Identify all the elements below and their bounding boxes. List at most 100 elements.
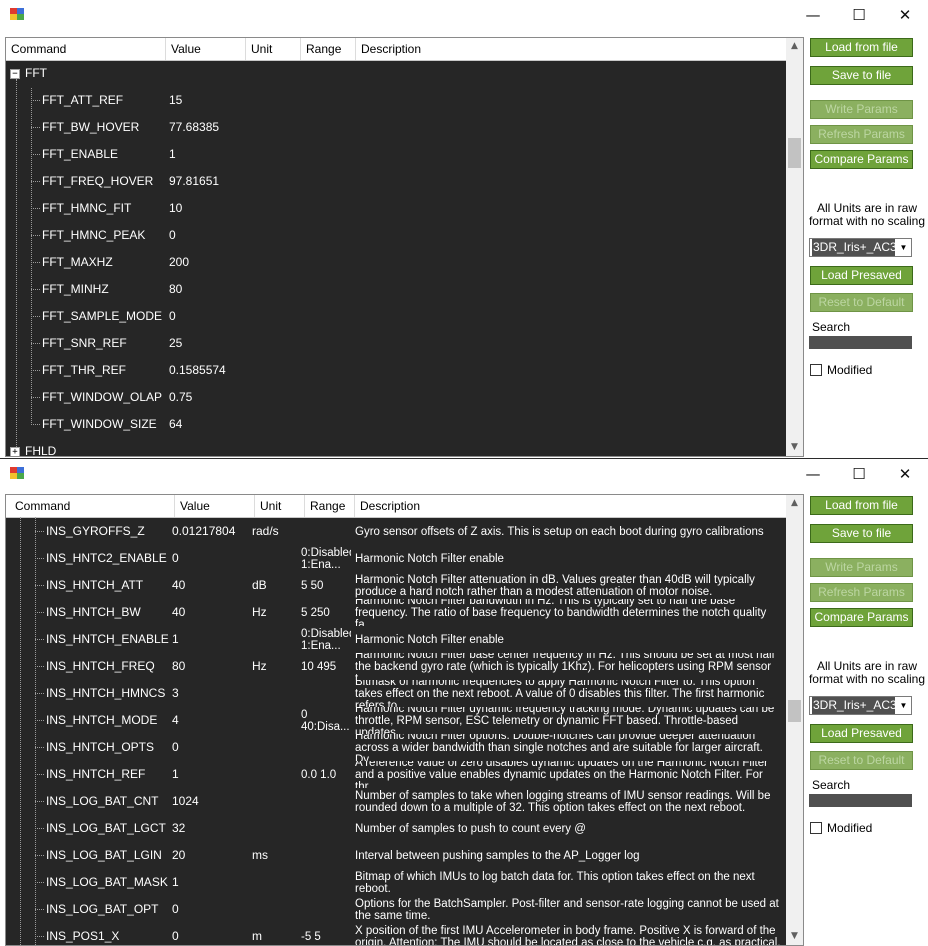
param-row[interactable]: FFT_SNR_REF 25 xyxy=(6,330,786,357)
param-value[interactable]: 4 xyxy=(172,707,252,734)
param-row[interactable]: FFT_WINDOW_SIZE 64 xyxy=(6,411,786,438)
param-value[interactable]: 3 xyxy=(172,680,252,707)
scroll-up-icon[interactable]: ▲ xyxy=(786,495,803,512)
scroll-up-icon[interactable]: ▲ xyxy=(786,38,803,55)
param-row[interactable]: FFT_MINHZ 80 xyxy=(6,276,786,303)
param-row[interactable]: INS_HNTCH_REF 1 0.0 1.0 A reference value o… xyxy=(6,761,786,788)
param-row[interactable]: INS_LOG_BAT_MASK 1 Bitmap of which IMUs to… xyxy=(6,869,786,896)
expand-icon[interactable]: + xyxy=(10,447,20,456)
param-row[interactable]: INS_HNTCH_ENABLE 1 0:Disabled 1:Ena... Harm… xyxy=(6,626,786,653)
column-header-unit[interactable]: Unit xyxy=(255,495,305,517)
scroll-down-icon[interactable]: ▼ xyxy=(786,439,803,456)
param-row[interactable]: FFT_BW_HOVER 77.68385 xyxy=(6,114,786,141)
reset-to-default-button[interactable]: Reset to Default xyxy=(810,751,913,770)
save-to-file-button[interactable]: Save to file xyxy=(810,66,913,85)
preset-combobox[interactable]: 3DR_Iris+_AC34... ▼ xyxy=(809,238,912,257)
param-row[interactable]: FFT_MAXHZ 200 xyxy=(6,249,786,276)
tree-group-fhld[interactable]: + FHLD xyxy=(6,438,786,456)
param-value[interactable]: 1 xyxy=(172,761,252,788)
refresh-params-button[interactable]: Refresh Params xyxy=(810,583,913,602)
param-value[interactable]: 1024 xyxy=(172,788,252,815)
param-row[interactable]: INS_LOG_BAT_LGCT 32 Number of samples to p… xyxy=(6,815,786,842)
param-row[interactable]: INS_LOG_BAT_OPT 0 Options for the BatchSam… xyxy=(6,896,786,923)
param-value[interactable]: 0 xyxy=(172,896,252,923)
param-value[interactable]: 0 xyxy=(172,923,252,945)
param-value[interactable]: 10 xyxy=(169,195,246,222)
param-row[interactable]: INS_HNTCH_FREQ 80 Hz 10 495 Harmonic Notch F… xyxy=(6,653,786,680)
param-row[interactable]: FFT_ENABLE 1 xyxy=(6,141,786,168)
reset-to-default-button[interactable]: Reset to Default xyxy=(810,293,913,312)
load-from-file-button[interactable]: Load from file xyxy=(810,38,913,57)
column-header-command[interactable]: Command xyxy=(10,495,175,517)
param-row[interactable]: FFT_FREQ_HOVER 97.81651 xyxy=(6,168,786,195)
preset-combobox[interactable]: 3DR_Iris+_AC34... ▼ xyxy=(809,696,912,715)
param-row[interactable]: INS_LOG_BAT_LGIN 20 ms Interval between pus… xyxy=(6,842,786,869)
param-row[interactable]: FFT_ATT_REF 15 xyxy=(6,87,786,114)
scroll-thumb[interactable] xyxy=(788,700,801,722)
param-value[interactable]: 64 xyxy=(169,411,246,438)
param-row[interactable]: INS_POS1_X 0 m -5 5 X position of the first … xyxy=(6,923,786,945)
param-list-grid[interactable]: Command Value Unit Range Description INS… xyxy=(5,494,804,946)
load-presaved-button[interactable]: Load Presaved xyxy=(810,724,913,743)
param-row[interactable]: INS_HNTCH_OPTS 0 Harmonic Notch Filter opt… xyxy=(6,734,786,761)
write-params-button[interactable]: Write Params xyxy=(810,558,913,577)
param-value[interactable]: 40 xyxy=(172,572,252,599)
param-row[interactable]: INS_HNTCH_MODE 4 0 40:Disa... Harmonic Notc… xyxy=(6,707,786,734)
param-value[interactable]: 0.01217804 xyxy=(172,518,252,545)
vertical-scrollbar[interactable]: ▲ ▼ xyxy=(786,495,803,945)
param-row[interactable]: INS_LOG_BAT_CNT 1024 Number of samples to … xyxy=(6,788,786,815)
param-row[interactable]: INS_HNTCH_ATT 40 dB 5 50 Harmonic Notch Filt… xyxy=(6,572,786,599)
param-value[interactable]: 1 xyxy=(172,869,252,896)
param-tree-grid[interactable]: Command Value Unit Range Description − F… xyxy=(5,37,804,457)
param-value[interactable]: 0 xyxy=(169,222,246,249)
param-row[interactable]: FFT_THR_REF 0.1585574 xyxy=(6,357,786,384)
scroll-thumb[interactable] xyxy=(788,138,801,168)
compare-params-button[interactable]: Compare Params xyxy=(810,608,913,627)
vertical-scrollbar[interactable]: ▲ ▼ xyxy=(786,38,803,456)
param-value[interactable]: 20 xyxy=(172,842,252,869)
scroll-down-icon[interactable]: ▼ xyxy=(786,928,803,945)
param-value[interactable]: 80 xyxy=(172,653,252,680)
load-presaved-button[interactable]: Load Presaved xyxy=(810,266,913,285)
column-header-value[interactable]: Value xyxy=(166,38,246,60)
tree-group-fft[interactable]: − FFT xyxy=(6,60,786,87)
param-value[interactable]: 0 xyxy=(172,545,252,572)
param-row[interactable]: INS_HNTCH_HMNCS 3 Bitmask of harmonic freq… xyxy=(6,680,786,707)
column-header-description[interactable]: Description xyxy=(355,495,786,517)
search-input[interactable] xyxy=(809,336,912,349)
compare-params-button[interactable]: Compare Params xyxy=(810,150,913,169)
param-row[interactable]: FFT_HMNC_FIT 10 xyxy=(6,195,786,222)
column-header-command[interactable]: Command xyxy=(6,38,166,60)
search-input[interactable] xyxy=(809,794,912,807)
param-row[interactable]: INS_GYROFFS_Z 0.01217804 rad/s Gyro sensor … xyxy=(6,518,786,545)
param-value[interactable]: 15 xyxy=(169,87,246,114)
param-value[interactable]: 1 xyxy=(169,141,246,168)
param-row[interactable]: FFT_SAMPLE_MODE 0 xyxy=(6,303,786,330)
param-row[interactable]: INS_HNTCH_BW 40 Hz 5 250 Harmonic Notch Filt… xyxy=(6,599,786,626)
param-row[interactable]: INS_HNTC2_ENABLE 0 0:Disabled 1:Ena... Harm… xyxy=(6,545,786,572)
modified-checkbox[interactable] xyxy=(810,822,822,834)
param-value[interactable]: 32 xyxy=(172,815,252,842)
param-row[interactable]: FFT_WINDOW_OLAP 0.75 xyxy=(6,384,786,411)
param-value[interactable]: 25 xyxy=(169,330,246,357)
param-value[interactable]: 80 xyxy=(169,276,246,303)
modified-checkbox[interactable] xyxy=(810,364,822,376)
param-value[interactable]: 0 xyxy=(172,734,252,761)
param-value[interactable]: 200 xyxy=(169,249,246,276)
param-value[interactable]: 0.75 xyxy=(169,384,246,411)
param-value[interactable]: 0 xyxy=(169,303,246,330)
save-to-file-button[interactable]: Save to file xyxy=(810,524,913,543)
collapse-icon[interactable]: − xyxy=(10,69,20,79)
param-value[interactable]: 1 xyxy=(172,626,252,653)
column-header-range[interactable]: Range xyxy=(305,495,355,517)
column-header-unit[interactable]: Unit xyxy=(246,38,301,60)
column-header-range[interactable]: Range xyxy=(301,38,356,60)
param-value[interactable]: 40 xyxy=(172,599,252,626)
column-header-description[interactable]: Description xyxy=(356,38,786,60)
write-params-button[interactable]: Write Params xyxy=(810,100,913,119)
param-row[interactable]: FFT_HMNC_PEAK 0 xyxy=(6,222,786,249)
param-value[interactable]: 97.81651 xyxy=(169,168,246,195)
refresh-params-button[interactable]: Refresh Params xyxy=(810,125,913,144)
chevron-down-icon[interactable]: ▼ xyxy=(896,697,911,714)
chevron-down-icon[interactable]: ▼ xyxy=(896,239,911,256)
